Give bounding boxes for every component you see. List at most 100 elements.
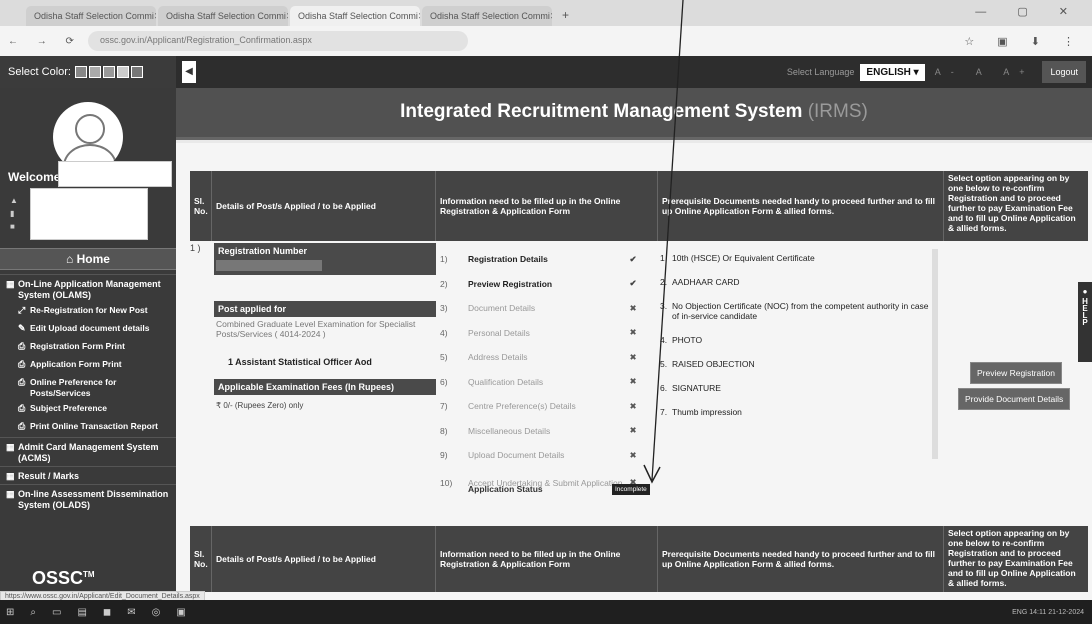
language-select[interactable]: ENGLISH ▾: [860, 63, 925, 81]
header-sl-no: Sl. No.: [190, 171, 212, 241]
sidebar-item-label: Registration Form Print: [30, 341, 125, 351]
search-icon[interactable]: ⌕: [30, 607, 36, 618]
page-title-suffix: (IRMS): [807, 101, 868, 122]
doc-number: 2.: [660, 277, 668, 287]
close-icon[interactable]: ✕: [550, 11, 552, 21]
color-swatch[interactable]: [88, 66, 101, 78]
close-icon[interactable]: ✕: [286, 11, 288, 21]
windows-start-icon[interactable]: ⊞: [6, 607, 14, 618]
sidebar-item-subject-preference[interactable]: ⎙ Subject Preference: [0, 401, 176, 419]
browser-tab[interactable]: Odisha Staff Selection Commi✕: [422, 6, 552, 26]
tray-time: 14:11: [1029, 608, 1047, 616]
select-language-label: Select Language: [786, 67, 855, 77]
list-item: 2. AADHAAR CARD: [660, 273, 932, 297]
sidebar-item-application-print[interactable]: ⎙ Application Form Print: [0, 357, 176, 375]
sidebar-item-transaction-report[interactable]: ⎙ Print Online Transaction Report: [0, 419, 176, 437]
step-item: 8) Miscellaneous Details ✖: [440, 419, 640, 444]
step-item: 3) Document Details ✖: [440, 296, 640, 321]
step-item[interactable]: 2) Preview Registration ✔: [440, 272, 640, 297]
provide-document-details-button[interactable]: Provide Document Details: [958, 388, 1071, 410]
post-applied-label: Post applied for: [214, 301, 436, 317]
browser-tab[interactable]: Odisha Staff Selection Commi✕: [26, 6, 156, 26]
browser-tab-active[interactable]: Odisha Staff Selection Commi✕: [290, 6, 420, 26]
prerequisite-docs-list[interactable]: 1. 10th (HSCE) Or Equivalent Certificate …: [660, 249, 938, 459]
redacted-user-info: [30, 188, 148, 240]
header-info-needed: Information need to be filled up in the …: [436, 171, 658, 241]
logout-button[interactable]: Logout: [1042, 61, 1086, 83]
sidebar-item-label: Subject Preference: [30, 403, 108, 413]
step-number: 10): [440, 477, 453, 488]
tab-label: Odisha Staff Selection Commi: [166, 11, 286, 21]
font-size-controls[interactable]: A- A A+: [935, 67, 1035, 77]
nav-arrows-icon[interactable]: ← → ⟳: [8, 36, 82, 47]
header-sl-no: Sl. No.: [190, 526, 212, 592]
cross-icon: ✖: [629, 302, 637, 313]
browser-tab[interactable]: Odisha Staff Selection Commi✕: [158, 6, 288, 26]
header-prerequisite-docs: Prerequisite Documents needed handy to p…: [658, 171, 944, 241]
step-number: 4): [440, 327, 448, 338]
sidebar-item-label: On-line Assessment Dissemination System …: [18, 489, 169, 510]
file-explorer-icon[interactable]: ▤: [77, 607, 86, 618]
sidebar-item-label: Result / Marks: [18, 471, 80, 481]
sidebar-item-edit-upload[interactable]: ✎ Edit Upload document details: [0, 321, 176, 339]
mail-icon[interactable]: ✉: [127, 607, 135, 618]
doc-number: 1.: [660, 253, 668, 263]
sidebar-item-label: Print Online Transaction Report: [30, 421, 158, 431]
step-number: 8): [440, 425, 448, 436]
color-swatch[interactable]: [116, 66, 129, 78]
sidebar-item-olads[interactable]: ▦ On-line Assessment Dissemination System…: [0, 484, 176, 513]
doc-number: 4.: [660, 335, 668, 345]
step-number: 9): [440, 450, 448, 461]
color-swatch[interactable]: [74, 66, 87, 78]
redacted-registration-number: [216, 260, 322, 271]
url-input[interactable]: ossc.gov.in/Applicant/Registration_Confi…: [87, 31, 468, 51]
header-post-details: Details of Post/s Applied / to be Applie…: [212, 526, 436, 592]
redacted-name: [58, 161, 172, 187]
step-number: 1): [440, 254, 448, 265]
help-tab[interactable]: ● HELP: [1078, 282, 1092, 362]
tray-date: 21-12-2024: [1048, 608, 1084, 616]
cross-icon: ✖: [629, 376, 637, 387]
ossc-logo: OSSCTM: [32, 568, 95, 589]
doc-label: 10th (HSCE) Or Equivalent Certificate: [672, 253, 815, 263]
system-tray[interactable]: ENG 14:11 21-12-2024: [1012, 609, 1092, 616]
store-icon[interactable]: ◼: [103, 607, 111, 618]
sidebar-item-re-registration[interactable]: ⤢ Re-Registration for New Post: [0, 303, 176, 321]
task-view-icon[interactable]: ▭: [52, 607, 61, 618]
list-item: 7. Thumb impression: [660, 403, 932, 427]
color-swatch[interactable]: [102, 66, 115, 78]
browser-toolbar-icons[interactable]: ☆ ▣ ⬇ ⋮: [964, 35, 1084, 48]
sidebar-item-acms[interactable]: ▦ Admit Card Management System (ACMS): [0, 437, 176, 466]
step-item[interactable]: 1) Registration Details ✔: [440, 247, 640, 272]
sidebar-item-olams[interactable]: ▦ On-Line Application Management System (…: [0, 274, 176, 303]
sidebar-item-label: Edit Upload document details: [30, 323, 150, 333]
sidebar-item-registration-print[interactable]: ⎙ Registration Form Print: [0, 339, 176, 357]
preview-registration-button[interactable]: Preview Registration: [970, 362, 1062, 384]
sidebar-toggle-icon[interactable]: ◀: [182, 61, 196, 83]
grid-icon: ▦: [6, 442, 15, 452]
close-icon[interactable]: ✕: [154, 11, 156, 21]
color-swatch[interactable]: [130, 66, 143, 78]
sidebar-item-online-preference[interactable]: ⎙ Online Preference for Posts/Services: [0, 375, 176, 401]
browser-tab-strip: Odisha Staff Selection Commi✕ Odisha Sta…: [0, 0, 1092, 26]
close-icon[interactable]: ✕: [418, 11, 420, 21]
new-tab-icon[interactable]: +: [554, 4, 577, 26]
sidebar-item-result[interactable]: ▦ Result / Marks: [0, 466, 176, 484]
doc-label: AADHAAR CARD: [672, 277, 740, 287]
cross-icon: ✖: [629, 351, 637, 362]
language-value: ENGLISH: [866, 66, 911, 78]
doc-label: Thumb impression: [672, 407, 742, 417]
browser-icon[interactable]: ◎: [152, 607, 161, 618]
table-header-row: Sl. No. Details of Post/s Applied / to b…: [190, 171, 1088, 241]
main-content: Sl. No. Details of Post/s Applied / to b…: [176, 143, 1092, 600]
step-label: Registration Details: [468, 254, 548, 265]
doc-number: 7.: [660, 407, 668, 417]
check-icon: ✔: [629, 253, 637, 264]
step-label: Preview Registration: [468, 278, 553, 289]
step-number: 7): [440, 401, 448, 412]
cross-icon: ✖: [629, 400, 637, 411]
step-label: Qualification Details: [468, 376, 544, 387]
window-controls[interactable]: — ▢ ✕: [975, 5, 1082, 18]
home-link[interactable]: ⌂ Home: [0, 248, 176, 270]
app-icon[interactable]: ▣: [176, 607, 185, 618]
